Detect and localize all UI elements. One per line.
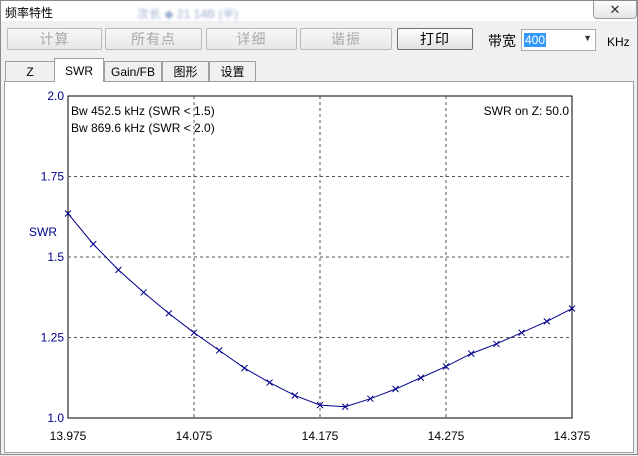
y-tick-label: 2.0	[47, 89, 64, 103]
y-axis-label: SWR	[29, 225, 57, 239]
y-tick-label: 1.75	[41, 170, 65, 184]
y-tick-label: 1.5	[47, 250, 64, 264]
x-tick-label: 14.275	[428, 429, 465, 443]
bw-annotation-1: Bw 452.5 kHz (SWR < 1.5)	[71, 104, 215, 118]
y-tick-label: 1.0	[47, 411, 64, 425]
swr-on-z-annotation: SWR on Z: 50.0	[484, 104, 570, 118]
x-tick-label: 14.175	[302, 429, 339, 443]
x-tick-label: 13.975	[50, 429, 87, 443]
y-tick-label: 1.25	[41, 331, 65, 345]
frequency-characteristics-window: 频率特性 次长 ◆ 21 14B (半) ✕ 计算 所有点 详细 谐振 打印 带…	[0, 0, 638, 455]
x-tick-label: 14.375	[554, 429, 591, 443]
tab-swr[interactable]: SWR	[54, 58, 104, 82]
bw-annotation-2: Bw 869.6 kHz (SWR < 2.0)	[71, 121, 215, 135]
x-tick-label: 14.075	[176, 429, 213, 443]
